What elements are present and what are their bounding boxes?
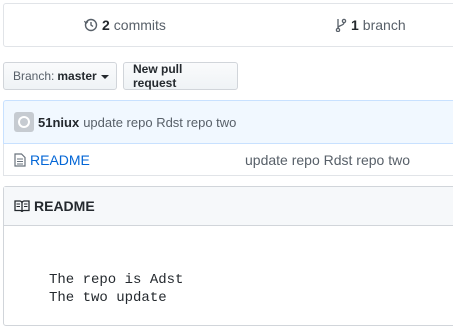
file-name-link[interactable]: README [30,152,90,168]
readme-panel: README The repo is Adst The two update [3,186,453,326]
branch-name-label: master [57,69,97,83]
caret-down-icon [100,75,109,79]
branch-icon [335,18,347,32]
readme-title: README [34,198,95,214]
readme-line: The two update [49,290,167,306]
commit-author-link[interactable]: 51niux [38,115,79,130]
commits-count: 2 [102,17,110,33]
branches-link[interactable]: 1 branch [335,17,406,33]
branches-count: 1 [351,17,359,33]
avatar[interactable] [14,112,34,132]
readme-header: README [4,187,453,226]
new-pull-request-button[interactable]: New pull request [123,62,238,90]
branches-label: branch [362,17,406,33]
commit-message-link[interactable]: update repo Rdst repo two [83,115,236,130]
repo-summary-bar: 2 commits 1 branch [3,3,453,47]
commits-link[interactable]: 2 commits [84,17,166,33]
readme-content: The repo is Adst The two update [49,271,183,307]
github-mark-icon [18,116,30,128]
commits-label: commits [113,17,166,33]
branch-select-button[interactable]: Branch: master [3,62,117,90]
readme-line: The repo is Adst [49,272,184,288]
file-icon [14,152,26,167]
file-commit-message-link[interactable]: update repo Rdst repo two [245,152,410,168]
history-icon [84,18,98,32]
branch-prefix-label: Branch: [13,69,55,83]
file-row: README update repo Rdst repo two [3,144,453,176]
latest-commit-bar: 51niux update repo Rdst repo two [3,100,453,144]
book-icon [14,199,30,213]
